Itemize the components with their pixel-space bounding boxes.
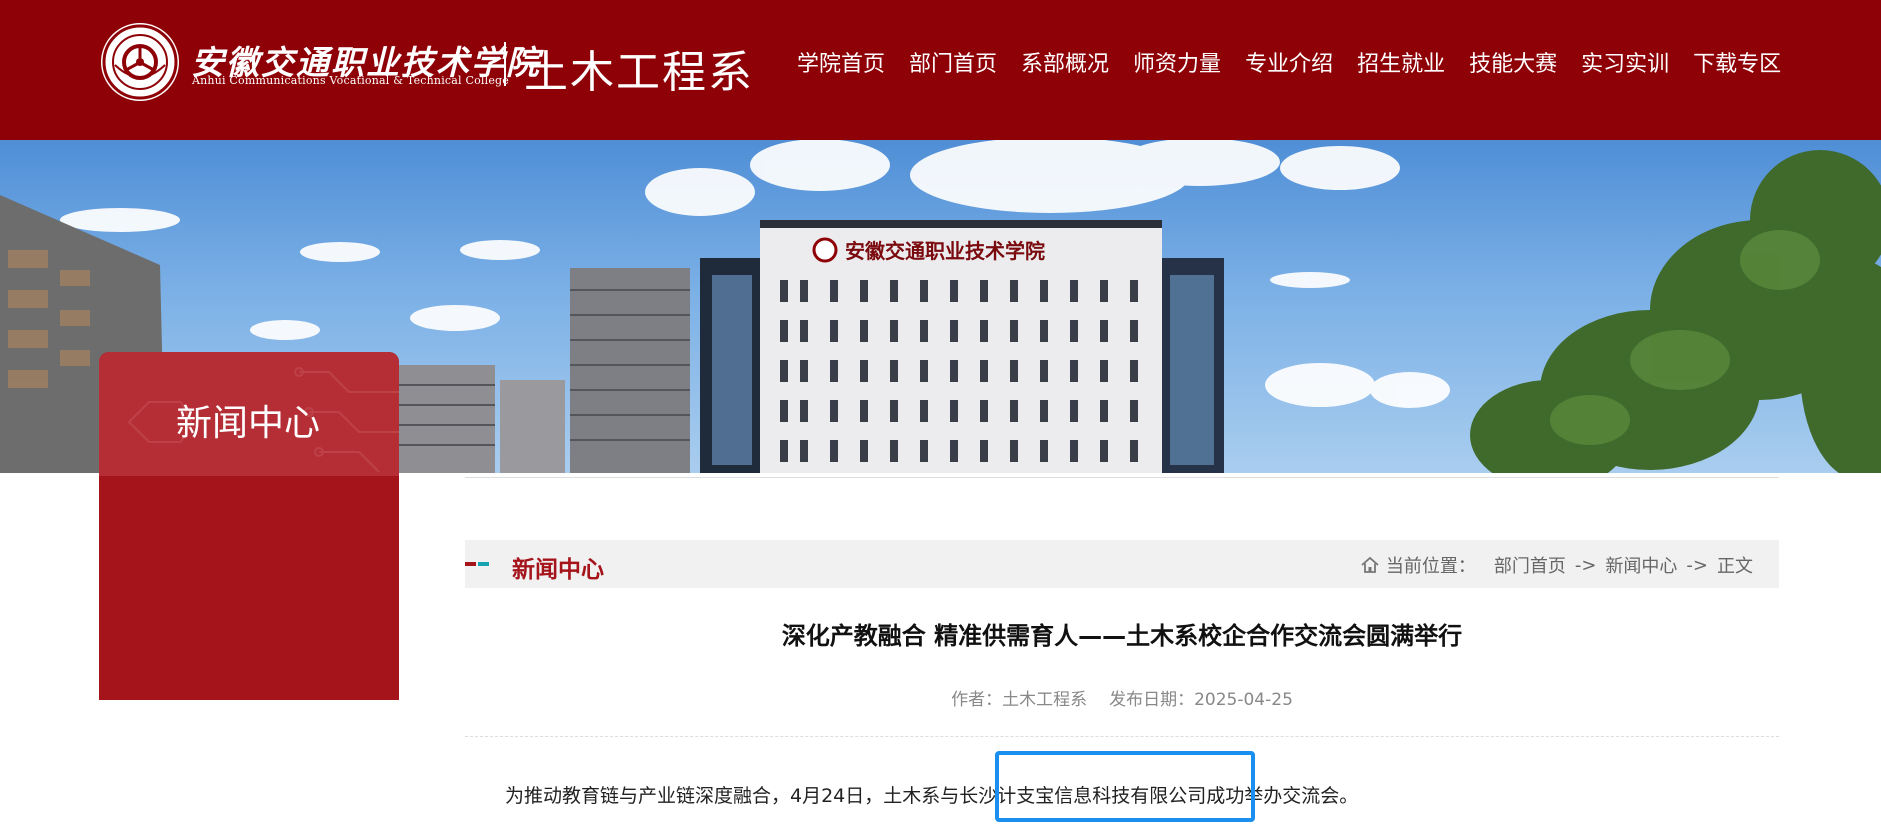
home-icon xyxy=(1361,556,1379,573)
nav-item-downloads[interactable]: 下载专区 xyxy=(1693,46,1781,78)
sidebar-header: 新闻中心 xyxy=(99,352,399,476)
nav-item-admissions[interactable]: 招生就业 xyxy=(1357,46,1445,78)
site-header: 安徽交通职业技术学院 Anhui Communications Vocation… xyxy=(0,0,1881,140)
nav-item-college-home[interactable]: 学院首页 xyxy=(797,46,885,78)
breadcrumb-separator: -> xyxy=(1686,554,1708,576)
meta-divider xyxy=(465,736,1779,737)
nav-item-skills-contest[interactable]: 技能大赛 xyxy=(1469,46,1557,78)
article-title: 深化产教融合 精准供需育人——土木系校企合作交流会圆满举行 xyxy=(781,622,1463,650)
breadcrumb-link-dept-home[interactable]: 部门首页 xyxy=(1494,552,1566,578)
nav-item-majors[interactable]: 专业介绍 xyxy=(1245,46,1333,78)
logo-divider xyxy=(504,42,506,86)
breadcrumb-link-news-center[interactable]: 新闻中心 xyxy=(1605,552,1677,578)
nav-item-faculty[interactable]: 师资力量 xyxy=(1133,46,1221,78)
main-nav: 学院首页 部门首页 系部概况 师资力量 专业介绍 招生就业 技能大赛 实习实训 … xyxy=(797,46,1781,78)
building-sign-text: 安徽交通职业技术学院 xyxy=(845,239,1045,263)
section-title: 新闻中心 xyxy=(512,557,604,583)
nav-item-dept-home[interactable]: 部门首页 xyxy=(909,46,997,78)
sidebar-title: 新闻中心 xyxy=(176,403,321,444)
article-author: 作者：土木工程系 xyxy=(951,690,1088,710)
college-name-en: Anhui Communications Vocational & Techni… xyxy=(192,74,509,87)
department-name: 土木工程系 xyxy=(524,47,754,98)
nav-item-internship[interactable]: 实习实训 xyxy=(1581,46,1669,78)
breadcrumb-separator: -> xyxy=(1574,554,1597,576)
breadcrumb-current: 正文 xyxy=(1717,556,1753,577)
nav-item-dept-overview[interactable]: 系部概况 xyxy=(1021,46,1109,78)
section-mark-teal xyxy=(478,562,489,566)
article-first-paragraph: 为推动教育链与产业链深度融合，4月24日，土木系与长沙计支宝信息科技有限公司成功… xyxy=(505,785,1359,807)
breadcrumb-bar: 新闻中心 当前位置： 部门首页 -> 新闻中心 -> 正文 xyxy=(465,540,1779,588)
article-date: 发布日期：2025-04-25 xyxy=(1109,690,1293,710)
college-seal-logo[interactable] xyxy=(101,23,179,101)
article-meta: 作者：土木工程系 发布日期：2025-04-25 xyxy=(465,685,1779,710)
breadcrumb-location-label: 当前位置： xyxy=(1385,556,1476,577)
section-mark-red xyxy=(465,562,476,566)
sidebar-panel: 新闻中心 xyxy=(99,352,399,700)
content-top-rule xyxy=(465,477,1779,478)
breadcrumb: 当前位置： 部门首页 -> 新闻中心 -> 正文 xyxy=(1360,552,1753,578)
